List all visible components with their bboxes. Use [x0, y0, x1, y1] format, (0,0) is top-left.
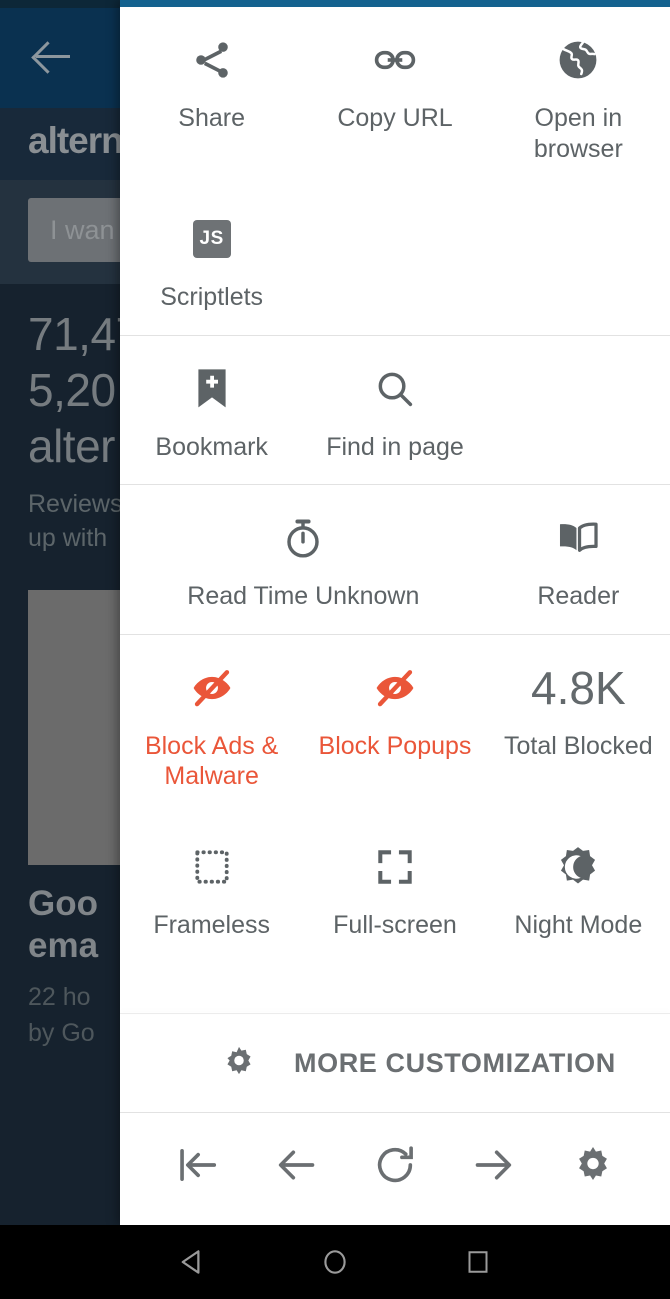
home-back-icon[interactable] [161, 1135, 233, 1195]
android-back-icon[interactable] [162, 1232, 222, 1292]
search-input-value: I wan [50, 214, 115, 245]
menu-item-label: Reader [537, 582, 620, 610]
fullscreen-icon [374, 840, 416, 894]
menu-group-sharing: Share Copy URL Open in browser JS Script… [120, 7, 670, 335]
menu-group-page-tools: Bookmark Find in page [120, 336, 670, 485]
book-icon [555, 511, 601, 565]
link-icon [372, 33, 418, 87]
forward-arrow-icon[interactable] [458, 1135, 530, 1195]
back-arrow-icon[interactable] [28, 34, 76, 82]
more-customization-label: MORE CUSTOMIZATION [294, 1047, 616, 1078]
menu-item-find-in-page[interactable]: Find in page [303, 336, 486, 485]
menu-item-frameless[interactable]: Frameless [120, 814, 303, 963]
js-badge-icon: JS [192, 212, 231, 266]
total-blocked-value: 4.8K [531, 661, 626, 714]
eye-off-icon [189, 661, 235, 715]
menu-item-full-screen[interactable]: Full-screen [303, 814, 486, 963]
menu-item-label: Scriptlets [160, 283, 264, 311]
search-icon [373, 362, 417, 416]
menu-item-label: Find in page [326, 432, 464, 461]
js-badge-text: JS [192, 220, 231, 258]
eye-off-icon [372, 661, 418, 715]
menu-item-label: Total Blocked [503, 731, 653, 760]
gear-icon[interactable] [557, 1135, 629, 1195]
menu-cell-empty [487, 336, 670, 485]
menu-group-blocking-display: Block Ads & Malware Block Popups 4.8K To… [120, 635, 670, 963]
menu-item-label: Bookmark [155, 432, 268, 461]
menu-item-label: Read Time Unknown [187, 582, 420, 610]
menu-item-scriptlets[interactable]: JS Scriptlets [120, 186, 303, 335]
menu-item-label: Frameless [153, 910, 270, 939]
panel-scroll-area[interactable]: Share Copy URL Open in browser JS Script… [120, 7, 670, 1013]
night-mode-icon [555, 840, 601, 894]
menu-group-reading: Read Time Unknown Reader [120, 485, 670, 634]
reload-icon[interactable] [359, 1135, 431, 1195]
menu-item-total-blocked[interactable]: 4.8K Total Blocked [487, 635, 670, 814]
options-menu-panel: Share Copy URL Open in browser JS Script… [120, 0, 670, 1225]
more-customization-button[interactable]: MORE CUSTOMIZATION [120, 1014, 670, 1112]
menu-item-share[interactable]: Share [120, 7, 303, 186]
menu-item-open-in-browser[interactable]: Open in browser [487, 7, 670, 186]
menu-item-label: Share [178, 104, 246, 132]
menu-item-label: Block Popups [318, 731, 472, 760]
menu-item-block-popups[interactable]: Block Popups [303, 635, 486, 814]
menu-item-reader[interactable]: Reader [487, 485, 670, 634]
panel-accent-strip [120, 0, 670, 7]
menu-item-block-ads-malware[interactable]: Block Ads & Malware [120, 635, 303, 814]
gear-icon [220, 1044, 258, 1082]
menu-item-label: Open in browser [533, 104, 623, 163]
menu-item-read-time[interactable]: Read Time Unknown [120, 485, 487, 634]
panel-bottom-nav [120, 1113, 670, 1225]
menu-item-night-mode[interactable]: Night Mode [487, 814, 670, 963]
share-icon [190, 33, 234, 87]
dotted-square-icon [191, 840, 233, 894]
menu-item-label: Copy URL [337, 104, 453, 132]
android-recents-icon[interactable] [448, 1232, 508, 1292]
menu-item-copy-url[interactable]: Copy URL [303, 7, 486, 186]
android-home-icon[interactable] [305, 1232, 365, 1292]
stopwatch-icon [280, 511, 326, 565]
back-arrow-icon[interactable] [260, 1135, 332, 1195]
android-system-nav [0, 1225, 670, 1299]
globe-icon [555, 33, 601, 87]
screen: alterna I wan 71,47 5,20 alter Reviews u… [0, 0, 670, 1299]
menu-item-bookmark[interactable]: Bookmark [120, 336, 303, 485]
menu-item-label: Full-screen [333, 910, 457, 939]
total-blocked-count: 4.8K [531, 661, 626, 715]
bookmark-add-icon [192, 362, 232, 416]
menu-item-label: Block Ads & Malware [144, 731, 279, 791]
menu-item-label: Night Mode [514, 910, 643, 939]
